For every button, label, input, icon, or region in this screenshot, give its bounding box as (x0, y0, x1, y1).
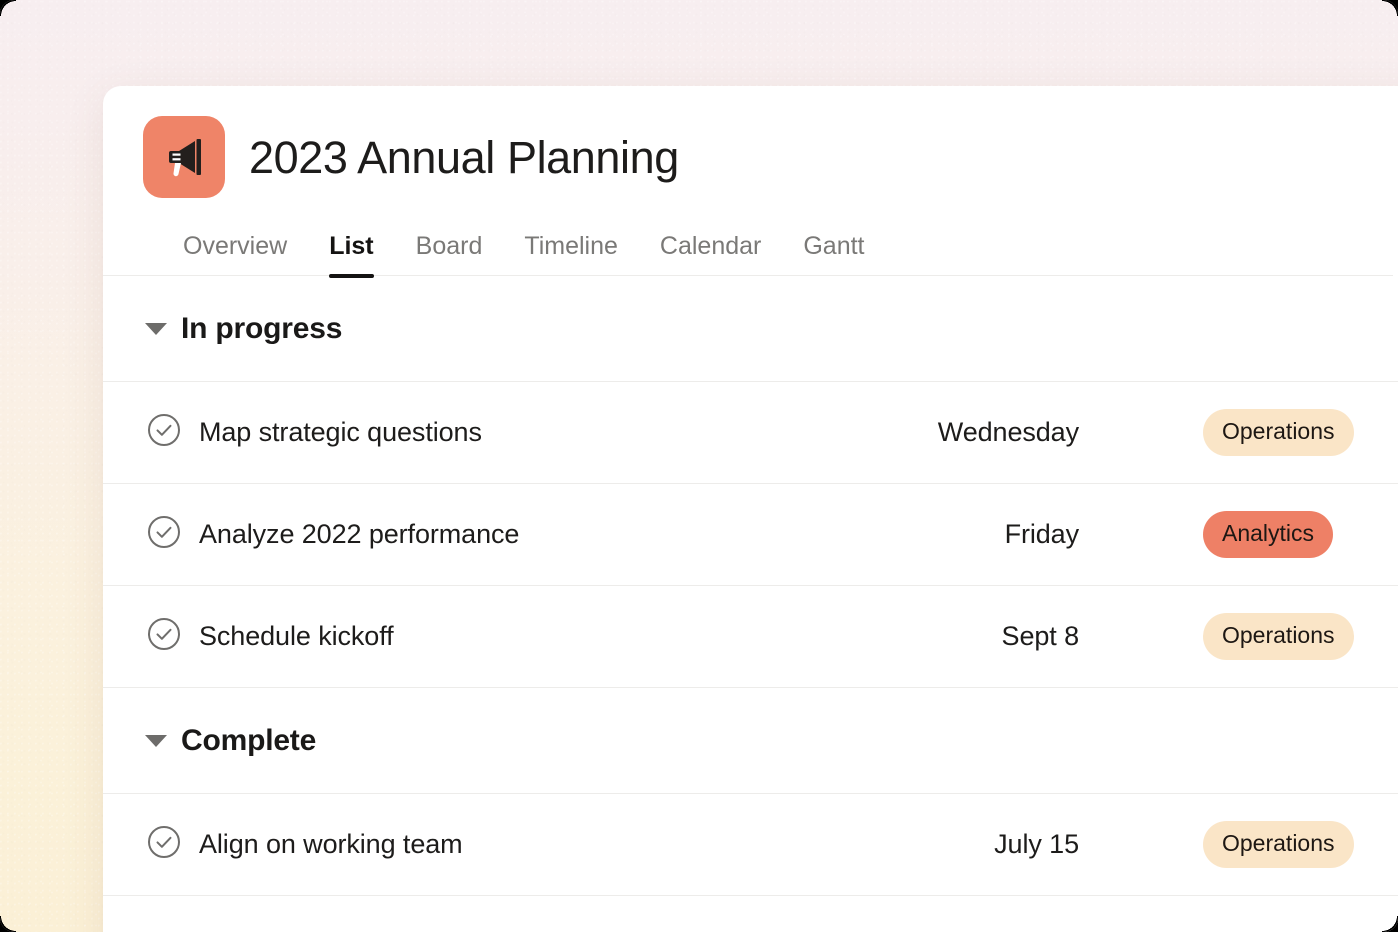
check-circle-icon[interactable] (147, 515, 181, 554)
view-tabs: Overview List Board Timeline Calendar Ga… (103, 234, 1393, 278)
table-row[interactable]: Schedule kickoff Sept 8 Operations (103, 586, 1398, 688)
tab-calendar[interactable]: Calendar (639, 234, 782, 275)
check-circle-icon[interactable] (147, 617, 181, 656)
tab-overview[interactable]: Overview (183, 234, 308, 275)
task-due-date: Wednesday (937, 417, 1079, 447)
page-title: 2023 Annual Planning (249, 131, 679, 183)
task-due-date: Sept 8 (1001, 621, 1080, 651)
project-card: 2023 Annual Planning Overview List Board… (103, 86, 1398, 932)
status-badge[interactable]: Operations (1203, 409, 1354, 456)
task-name: Map strategic questions (199, 417, 482, 447)
task-tag-cell: Analytics (1203, 511, 1398, 558)
table-row[interactable]: Map strategic questions Wednesday Operat… (103, 382, 1398, 484)
status-badge[interactable]: Operations (1203, 821, 1354, 868)
check-circle-icon[interactable] (147, 413, 181, 452)
check-circle-icon[interactable] (147, 825, 181, 864)
section-title: In progress (181, 311, 343, 345)
megaphone-icon (143, 116, 225, 198)
section-title: Complete (181, 723, 317, 757)
task-tag-cell: Operations (1203, 821, 1398, 868)
task-tag-cell: Operations (1203, 613, 1398, 660)
task-due-date: July 15 (994, 829, 1079, 859)
tab-board[interactable]: Board (395, 234, 504, 275)
task-due-date: Friday (1004, 519, 1080, 549)
tab-timeline[interactable]: Timeline (503, 234, 639, 275)
frame-corner-mask (0, 0, 16, 16)
frame-corner-mask (1382, 0, 1398, 16)
task-name: Analyze 2022 performance (199, 519, 520, 549)
task-tag-cell: Operations (1203, 409, 1398, 456)
status-badge[interactable]: Operations (1203, 613, 1354, 660)
chevron-down-icon[interactable] (145, 322, 167, 335)
section-header-in-progress[interactable]: In progress (103, 276, 1398, 382)
status-badge[interactable]: Analytics (1203, 511, 1334, 558)
tab-list[interactable]: List (308, 234, 394, 278)
app-screenshot-frame: 2023 Annual Planning Overview List Board… (0, 0, 1398, 932)
task-name: Schedule kickoff (199, 621, 394, 651)
task-name: Align on working team (199, 829, 463, 859)
chevron-down-icon[interactable] (145, 734, 167, 747)
table-row[interactable]: Align on working team July 15 Operations (103, 794, 1398, 896)
tab-gantt[interactable]: Gantt (782, 234, 885, 275)
card-header: 2023 Annual Planning Overview List Board… (103, 86, 1398, 278)
frame-corner-mask (0, 916, 16, 932)
section-header-complete[interactable]: Complete (103, 688, 1398, 794)
project-title-row: 2023 Annual Planning (143, 116, 1398, 198)
table-row[interactable]: Analyze 2022 performance Friday Analytic… (103, 484, 1398, 586)
